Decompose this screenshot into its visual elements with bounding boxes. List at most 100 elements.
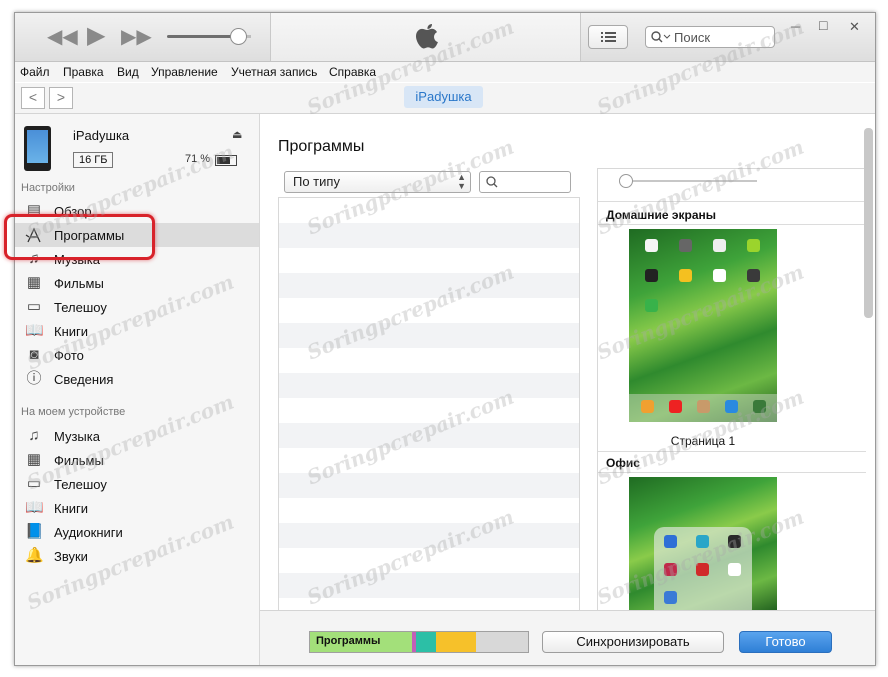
home-screens-panel: Домашние экраны Страница 1 Офис	[597, 168, 866, 613]
battery-percent: 71 %	[185, 153, 211, 165]
search-placeholder: Поиск	[674, 30, 711, 45]
list-item	[279, 398, 579, 423]
apple-logo-icon	[416, 24, 438, 49]
search-input[interactable]: Поиск	[645, 26, 775, 48]
rewind-icon[interactable]: ◀◀	[47, 27, 78, 47]
sort-select-value: По типу	[293, 174, 340, 189]
done-button[interactable]: Готово	[739, 631, 832, 653]
list-item	[279, 223, 579, 248]
sidebar-item-label: Музыка	[54, 429, 100, 444]
play-icon[interactable]: ▶	[87, 24, 105, 48]
settings-header: Настройки	[21, 182, 75, 194]
sort-select[interactable]: По типу ▲ ▼	[284, 171, 471, 193]
list-item	[279, 273, 579, 298]
tv-icon: ▭	[26, 298, 42, 315]
book-icon: 📖	[25, 322, 44, 339]
info-icon: ⓘ	[26, 370, 42, 387]
close-button[interactable]: ✕	[849, 19, 860, 35]
sidebar-item-label: Фильмы	[54, 276, 104, 291]
search-icon	[486, 176, 498, 188]
forward-button[interactable]: >	[49, 87, 73, 109]
app-search-input[interactable]	[479, 171, 571, 193]
folder	[654, 527, 752, 613]
sidebar-item-device-tones[interactable]: 🔔 Звуки	[15, 544, 259, 568]
list-item	[279, 248, 579, 273]
scrollbar[interactable]	[864, 128, 873, 318]
app-list[interactable]	[278, 197, 580, 612]
menu-edit[interactable]: Правка	[63, 65, 104, 79]
film-icon: ▦	[26, 451, 42, 468]
sidebar-item-device-tvshows[interactable]: ▭ Телешоу	[15, 472, 259, 496]
office-folder-thumbnail[interactable]	[629, 477, 777, 613]
sync-button[interactable]: Синхронизировать	[542, 631, 724, 653]
menu-controls[interactable]: Управление	[151, 65, 218, 79]
sidebar-item-label: Книги	[54, 501, 89, 516]
search-icon	[651, 31, 671, 43]
book-icon: 📖	[25, 499, 44, 516]
highlight-outline	[4, 214, 155, 260]
volume-knob[interactable]	[230, 28, 247, 45]
menu-view[interactable]: Вид	[117, 65, 139, 79]
list-item	[279, 523, 579, 548]
main-pane: Программы По типу ▲ ▼ Домашние экраны Ст…	[260, 114, 873, 613]
sidebar-item-label: Фильмы	[54, 453, 104, 468]
list-item	[279, 298, 579, 323]
battery-icon	[215, 155, 237, 166]
list-item	[279, 573, 579, 598]
home-screen-thumbnail[interactable]	[629, 229, 777, 422]
page-title: Программы	[278, 138, 365, 155]
device-capacity: 16 ГБ	[73, 152, 114, 168]
lcd-display	[270, 13, 581, 61]
sidebar-item-movies[interactable]: ▦ Фильмы	[15, 271, 259, 295]
chevron-updown-icon: ▲ ▼	[457, 172, 466, 191]
sidebar-item-label: Аудиокниги	[54, 525, 123, 540]
list-item	[279, 198, 579, 223]
tv-icon: ▭	[26, 475, 42, 492]
sidebar-item-label: Фото	[54, 348, 84, 363]
toolbar: ◀◀ ▶ ▶▶ Поиск ─ □ ✕	[15, 13, 875, 62]
list-item	[279, 548, 579, 573]
list-item	[279, 473, 579, 498]
page-label: Страница 1	[670, 434, 736, 448]
sidebar-item-device-audiobooks[interactable]: 📘 Аудиокниги	[15, 520, 259, 544]
menu-account[interactable]: Учетная запись	[231, 65, 317, 79]
device-button[interactable]: iPadушка	[404, 86, 483, 108]
menu-bar: Файл Правка Вид Управление Учетная запис…	[15, 62, 875, 82]
camera-icon: ◙	[29, 346, 39, 363]
sidebar-item-photos[interactable]: ◙ Фото	[15, 343, 259, 367]
maximize-button[interactable]: □	[819, 17, 827, 33]
minimize-button[interactable]: ─	[791, 19, 800, 34]
home-screens-header: Домашние экраны	[606, 208, 717, 222]
sidebar-item-device-books[interactable]: 📖 Книги	[15, 496, 259, 520]
sidebar-item-info[interactable]: ⓘ Сведения	[15, 367, 259, 391]
sidebar-item-tvshows[interactable]: ▭ Телешоу	[15, 295, 259, 319]
back-button[interactable]: <	[21, 87, 45, 109]
bottom-bar: Программы Синхронизировать Готово	[260, 610, 875, 665]
sidebar-item-label: Сведения	[54, 372, 114, 387]
list-icon	[601, 32, 616, 42]
menu-file[interactable]: Файл	[20, 65, 50, 79]
bell-icon: 🔔	[25, 547, 44, 564]
sidebar-item-device-movies[interactable]: ▦ Фильмы	[15, 448, 259, 472]
sidebar-item-device-music[interactable]: ♫ Музыка	[15, 424, 259, 448]
capacity-bar: Программы	[309, 631, 529, 653]
zoom-slider[interactable]	[622, 180, 757, 182]
audiobook-icon: 📘	[25, 523, 44, 540]
list-item	[279, 373, 579, 398]
capacity-label: Программы	[316, 635, 381, 647]
music-icon: ♫	[28, 427, 40, 444]
zoom-knob[interactable]	[619, 174, 633, 188]
sidebar-item-label: Книги	[54, 324, 89, 339]
fast-forward-icon[interactable]: ▶▶	[121, 27, 152, 47]
list-item	[279, 448, 579, 473]
film-icon: ▦	[26, 274, 42, 291]
up-next-button[interactable]	[588, 25, 628, 49]
menu-help[interactable]: Справка	[329, 65, 376, 79]
office-folder-header: Офис	[606, 456, 640, 470]
on-device-header: На моем устройстве	[21, 406, 126, 418]
navigation-bar: < > iPadушка	[15, 83, 875, 114]
sidebar-item-books[interactable]: 📖 Книги	[15, 319, 259, 343]
list-item	[279, 323, 579, 348]
eject-icon[interactable]: ⏏	[232, 128, 242, 141]
sidebar-item-label: Телешоу	[54, 300, 107, 315]
